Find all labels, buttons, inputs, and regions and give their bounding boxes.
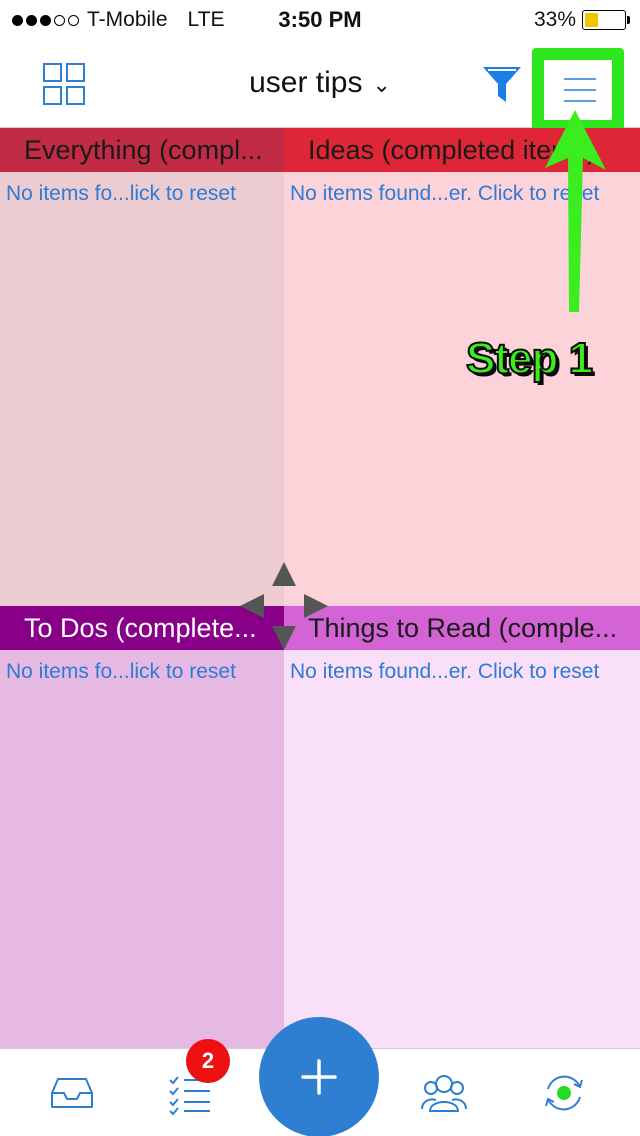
- quadrant-to-dos[interactable]: To Dos (complete... No items fo...lick t…: [0, 606, 284, 1048]
- arrow-up-icon: [272, 562, 296, 586]
- status-right: 33%: [533, 8, 630, 32]
- reset-filter-link[interactable]: No items fo...lick to reset: [0, 650, 284, 684]
- reset-filter-link[interactable]: No items fo...lick to reset: [0, 172, 284, 206]
- arrow-right-icon: [304, 594, 328, 618]
- hamburger-menu-icon: [564, 78, 596, 102]
- sync-icon[interactable]: [540, 1071, 588, 1115]
- step-label: Step 1: [465, 333, 594, 384]
- quadrant-title[interactable]: Things to Read (comple...: [284, 606, 640, 650]
- filter-icon[interactable]: [480, 62, 524, 106]
- arrow-left-icon: [240, 594, 264, 618]
- quadrant-things-to-read[interactable]: Things to Read (comple... No items found…: [284, 606, 640, 1048]
- add-button[interactable]: [259, 1017, 379, 1136]
- add-icon: [301, 1059, 337, 1095]
- inbox-icon[interactable]: [48, 1071, 96, 1115]
- quadrant-title[interactable]: Everything (compl...: [0, 128, 284, 172]
- annotation-arrow-icon: [545, 110, 606, 312]
- chevron-down-icon: ⌄: [372, 72, 391, 97]
- tasks-count-badge: 2: [186, 1039, 230, 1083]
- quadrant-everything[interactable]: Everything (compl... No items fo...lick …: [0, 128, 284, 606]
- battery-percent: 33%: [533, 8, 576, 31]
- status-bar: T-Mobile LTE 3:50 PM 33%: [0, 0, 640, 40]
- quadrant-resize-handle[interactable]: [238, 560, 330, 652]
- arrow-down-icon: [272, 626, 296, 650]
- battery-level-fill: [585, 13, 598, 27]
- reset-filter-link[interactable]: No items found...er. Click to reset: [284, 650, 640, 684]
- battery-icon: [582, 10, 630, 30]
- tab-bar: 2: [0, 1017, 640, 1136]
- people-icon[interactable]: [420, 1071, 468, 1115]
- view-title: user tips: [249, 66, 363, 99]
